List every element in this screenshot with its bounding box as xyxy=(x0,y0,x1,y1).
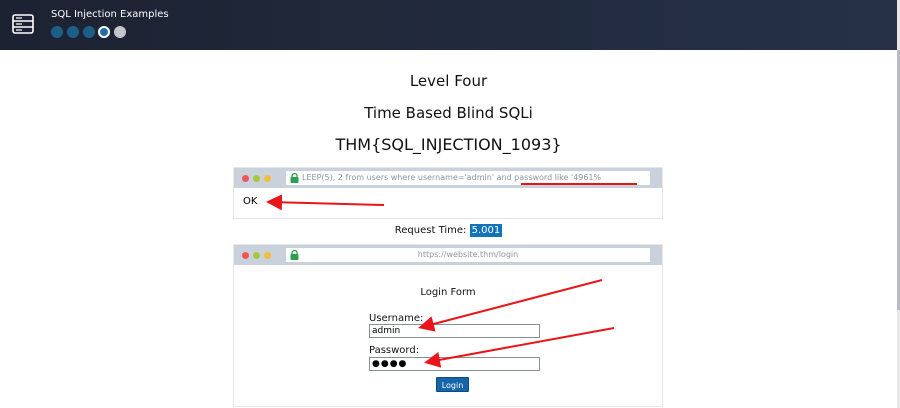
maximize-dot-icon xyxy=(264,175,271,182)
level-heading: Level Four xyxy=(409,72,488,90)
password-input[interactable]: ●●●● xyxy=(369,357,540,371)
form-title: Login Form xyxy=(420,287,476,298)
level-5-dot[interactable] xyxy=(114,26,126,38)
level-2-dot[interactable] xyxy=(67,26,79,38)
login-url-bar[interactable]: https://website.thm/login xyxy=(286,248,650,262)
login-browser-window: https://website.thm/login Login Form Use… xyxy=(233,244,663,407)
lock-icon xyxy=(290,173,299,183)
app-title: SQL Injection Examples xyxy=(51,9,169,20)
username-input[interactable]: admin xyxy=(369,324,540,338)
query-url-text: LEEP(5), 2 from users where username='ad… xyxy=(302,173,602,182)
request-time-value: 5.001 xyxy=(469,224,503,237)
flag-text: THM{SQL_INJECTION_1093} xyxy=(335,135,562,154)
close-dot-icon xyxy=(242,175,249,182)
query-url-bar[interactable]: LEEP(5), 2 from users where username='ad… xyxy=(286,171,650,185)
minimize-dot-icon xyxy=(253,252,260,259)
query-result: OK xyxy=(243,196,258,207)
level-subheading: Time Based Blind SQLi xyxy=(364,104,533,122)
maximize-dot-icon xyxy=(264,252,271,259)
top-bar: SQL Injection Examples xyxy=(0,0,897,50)
close-dot-icon xyxy=(242,252,249,259)
login-button[interactable]: Login xyxy=(436,377,469,392)
login-url-text: https://website.thm/login xyxy=(417,250,519,259)
level-3-dot[interactable] xyxy=(83,26,95,38)
request-time: Request Time: 5.001 xyxy=(0,224,897,237)
password-label: Password: xyxy=(369,345,420,356)
server-icon xyxy=(12,14,34,34)
browser-chrome: https://website.thm/login xyxy=(234,245,662,265)
username-label: Username: xyxy=(369,313,424,324)
query-browser-window: LEEP(5), 2 from users where username='ad… xyxy=(233,167,663,219)
request-time-label: Request Time: xyxy=(394,225,467,236)
browser-chrome: LEEP(5), 2 from users where username='ad… xyxy=(234,168,662,188)
minimize-dot-icon xyxy=(253,175,260,182)
level-1-dot[interactable] xyxy=(51,26,63,38)
level-4-dot[interactable] xyxy=(98,26,110,38)
